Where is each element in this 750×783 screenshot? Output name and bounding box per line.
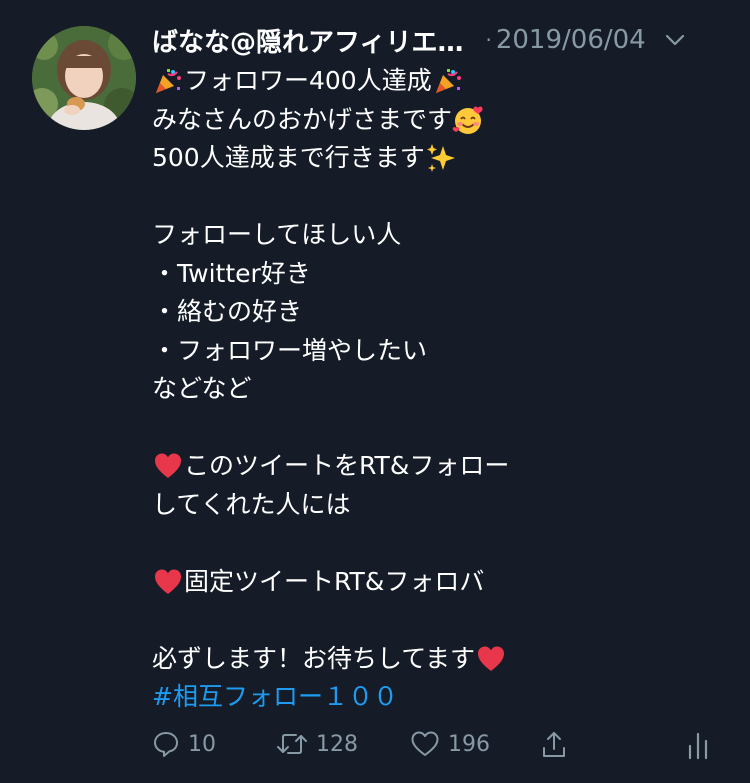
tweet-line: ・フォロワー増やしたい [152, 332, 732, 371]
retweet-button[interactable]: 128 [276, 730, 358, 758]
share-icon [540, 730, 568, 760]
tweet-actions: 10 128 196 [152, 730, 732, 774]
separator: · [485, 28, 492, 52]
tweet-text: 500人達成まで行きます [152, 143, 425, 172]
retweet-icon [276, 730, 308, 758]
smiling-face-with-hearts-emoji [452, 104, 484, 136]
tweet[interactable]: ばなな@隠れアフィリエ… · 2019/06/04 フォロワー400人達成 みな… [0, 0, 750, 783]
tweet-text: などなど [152, 374, 252, 403]
hashtag-link[interactable]: #相互フォロー１００ [152, 678, 398, 717]
tweet-line: #相互フォロー１００ [152, 678, 732, 717]
tweet-line: ・Twitter好き [152, 255, 732, 294]
tweet-text: フォロワー400人達成 [184, 66, 432, 95]
tweet-text: 固定ツイートRT&フォロバ [184, 566, 485, 596]
red-heart-emoji [152, 566, 184, 598]
tweet-line: 必ずします！お待ちしてます [152, 640, 732, 679]
tweet-header: ばなな@隠れアフィリエ… · 2019/06/04 [152, 20, 726, 60]
tweet-text: このツイートをRT&フォロー [184, 451, 510, 480]
analytics-icon [686, 730, 710, 760]
tweet-text: ・フォロワー増やしたい [152, 335, 428, 365]
chevron-down-icon[interactable] [664, 29, 686, 51]
reply-count: 10 [188, 731, 216, 757]
tweet-text: みなさんのおかげさまです [152, 104, 453, 134]
tweet-line: フォローしてほしい人 [152, 216, 732, 255]
tweet-line: してくれた人には [152, 486, 732, 525]
tweet-date[interactable]: 2019/06/04 [496, 25, 646, 55]
tweet-text: ・絡むの好き [152, 297, 303, 326]
red-heart-emoji [152, 450, 184, 482]
tweet-text: 必ずします！お待ちしてます [152, 643, 476, 673]
like-count: 196 [448, 731, 490, 757]
like-button[interactable]: 196 [410, 730, 490, 758]
tweet-text: してくれた人には [152, 489, 351, 519]
share-button[interactable] [540, 730, 568, 760]
tweet-line: みなさんのおかげさまです [152, 101, 732, 140]
reply-icon [152, 730, 180, 758]
red-heart-emoji [475, 643, 507, 675]
party-popper-emoji [152, 65, 184, 97]
author-name[interactable]: ばなな@隠れアフィリエ… [152, 22, 463, 59]
retweet-count: 128 [316, 731, 358, 757]
tweet-body: フォロワー400人達成 みなさんのおかげさまです 500人達成まで行きます フォ… [152, 62, 732, 717]
avatar[interactable] [32, 26, 136, 130]
like-icon [410, 730, 440, 758]
tweet-line: などなど [152, 370, 732, 409]
sparkles-emoji [425, 142, 457, 174]
tweet-line: 500人達成まで行きます [152, 139, 732, 178]
tweet-line: フォロワー400人達成 [152, 62, 732, 101]
party-popper-emoji [432, 65, 464, 97]
reply-button[interactable]: 10 [152, 730, 216, 758]
tweet-line: 固定ツイートRT&フォロバ [152, 563, 732, 602]
tweet-text: ・Twitter好き [152, 258, 311, 288]
tweet-line: このツイートをRT&フォロー [152, 447, 732, 486]
tweet-text: フォローしてほしい人 [152, 220, 402, 249]
analytics-button[interactable] [686, 730, 710, 760]
tweet-line: ・絡むの好き [152, 293, 732, 332]
